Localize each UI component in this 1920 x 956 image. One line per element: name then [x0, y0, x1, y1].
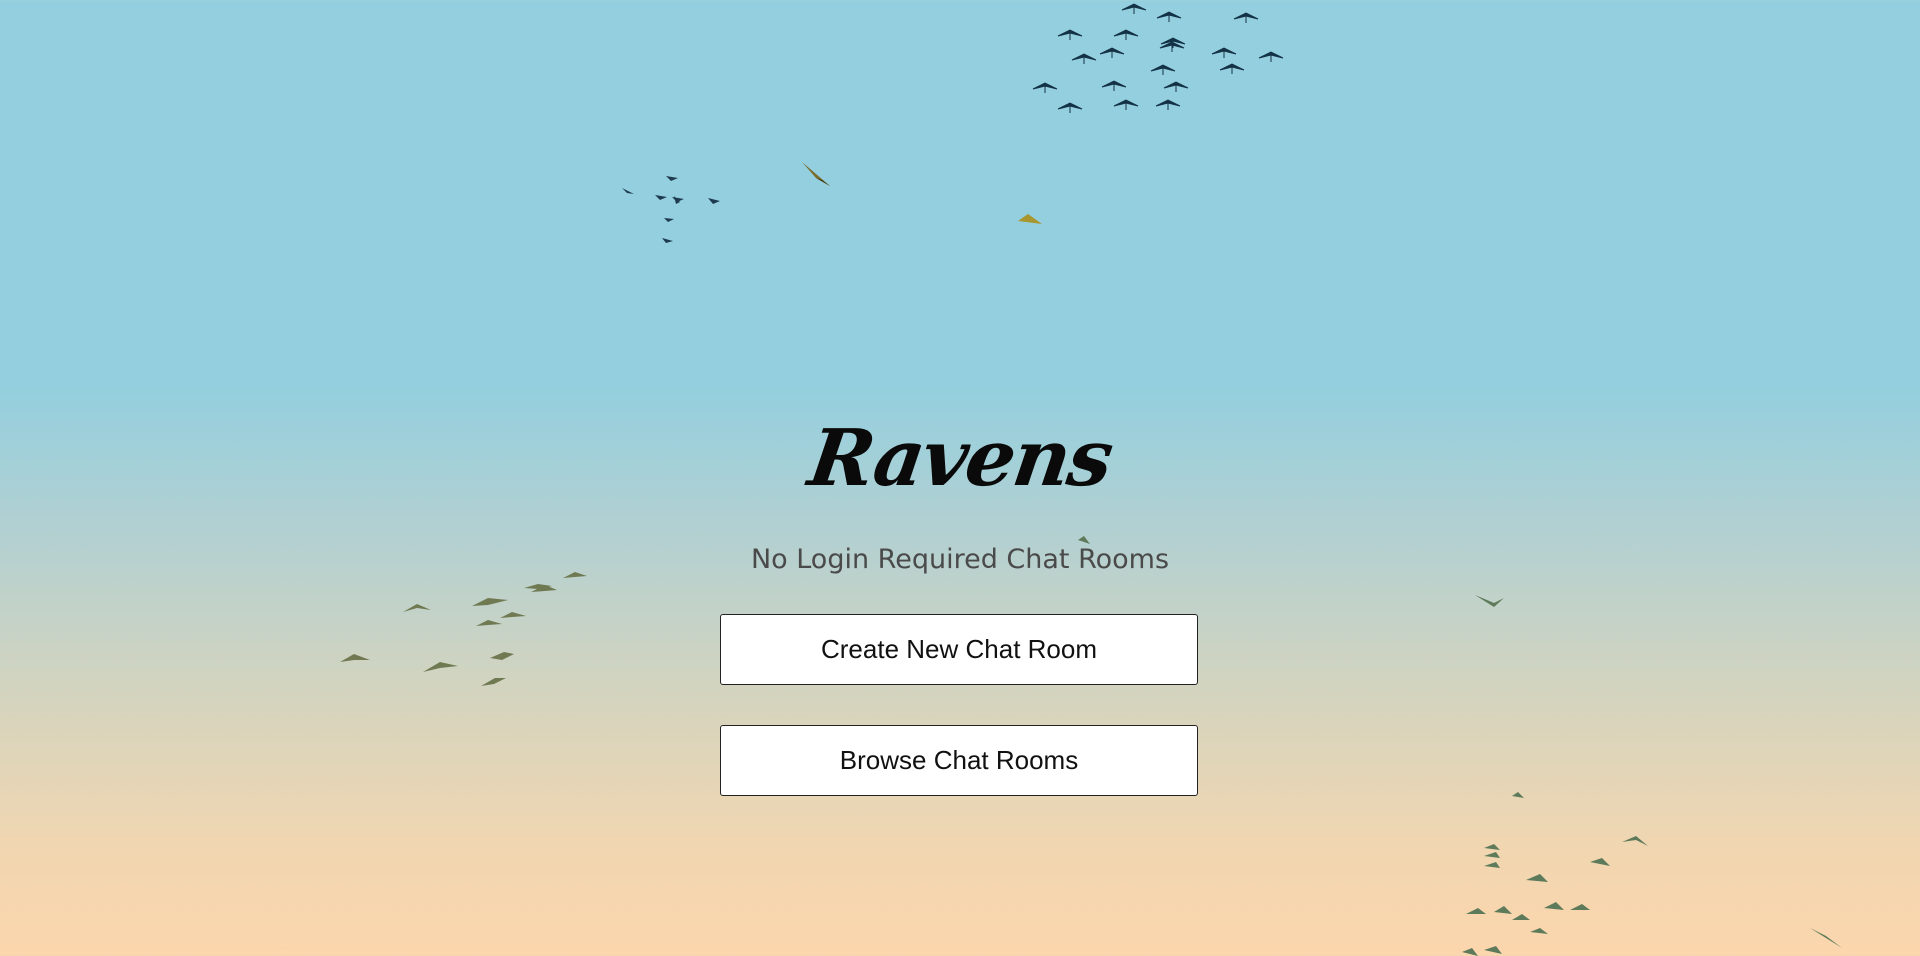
app-subtitle: No Login Required Chat Rooms [750, 544, 1170, 575]
landing-hero: Ravens No Login Required Chat Rooms Crea… [0, 0, 1920, 956]
create-chat-room-button[interactable]: Create New Chat Room [720, 614, 1198, 685]
browse-chat-rooms-button[interactable]: Browse Chat Rooms [720, 725, 1198, 796]
app-title: Ravens [803, 413, 1117, 504]
